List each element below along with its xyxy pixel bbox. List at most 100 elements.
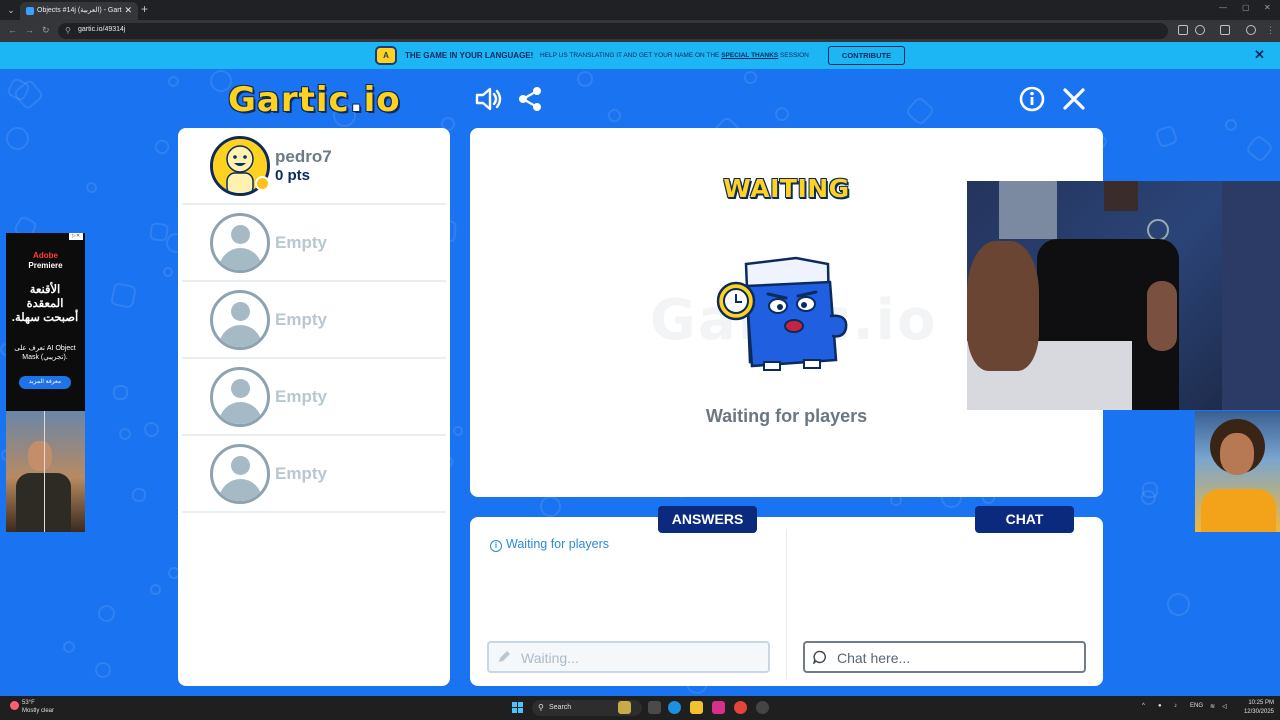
favicon-icon	[26, 7, 34, 15]
background-doodle	[1224, 118, 1238, 132]
right-advertisement[interactable]	[1195, 411, 1280, 532]
background-doodle	[131, 487, 147, 503]
bookmark-star-icon[interactable]	[1195, 25, 1205, 35]
share-icon[interactable]	[515, 84, 545, 114]
player-row-empty: Empty	[182, 436, 446, 513]
windows-taskbar: 53°F Mostly clear ⚲ Search ^ ● ♪ ENG ≋ ◁ 1…	[0, 696, 1280, 720]
ad-choices-icon[interactable]: ▷✕	[69, 233, 83, 240]
player-row-empty: Empty	[182, 205, 446, 282]
translation-banner: A THE GAME IN YOUR LANGUAGE! HELP US TRA…	[0, 42, 1280, 69]
address-bar: ← → ↻ ⚲ gartic.io/49314j ⋮	[0, 20, 1280, 42]
background-doodle	[148, 221, 170, 243]
player-row-empty: Empty	[182, 359, 446, 436]
player-row-empty: Empty	[182, 282, 446, 359]
minimize-icon[interactable]: —	[1219, 3, 1227, 12]
tray-app-icon[interactable]: ●	[1158, 703, 1162, 709]
background-doodle	[605, 106, 624, 125]
pencil-icon	[499, 651, 510, 662]
start-button[interactable]	[512, 702, 524, 714]
banner-close-icon[interactable]: ✕	[1254, 47, 1265, 63]
reload-icon[interactable]: ↻	[42, 25, 50, 36]
url-text: gartic.io/49314j	[78, 26, 126, 33]
forward-icon[interactable]: →	[25, 25, 34, 35]
task-view-icon[interactable]	[648, 701, 661, 714]
empty-slot-label: Empty	[275, 310, 327, 329]
empty-slot-label: Empty	[275, 387, 327, 406]
language-indicator[interactable]: ENG	[1190, 703, 1203, 709]
browser-menu-icon[interactable]: ⋮	[1266, 25, 1275, 36]
background-doodle	[1154, 124, 1179, 149]
taskbar-clock[interactable]: 10:25 PM 12/30/2025	[1238, 699, 1274, 717]
browser-tabbar: ⌄ Objects #14j (العربية) - Gartic.io ✕ +…	[0, 0, 1280, 20]
background-doodle	[152, 137, 172, 157]
microphone-icon[interactable]: ♪	[1174, 703, 1177, 709]
edge-app-icon[interactable]	[668, 701, 681, 714]
url-field[interactable]: ⚲ gartic.io/49314j	[58, 23, 1168, 39]
empty-slot-label: Empty	[275, 233, 327, 252]
background-doodle	[109, 281, 138, 310]
panel-divider	[786, 529, 787, 679]
background-doodle	[148, 582, 163, 597]
tab-search-icon[interactable]: ⌄	[5, 4, 17, 16]
answer-input[interactable]: Waiting...	[487, 641, 770, 673]
background-doodle	[1162, 588, 1195, 621]
window-close-icon[interactable]: ✕	[1264, 3, 1271, 12]
weather-widget[interactable]: 53°F Mostly clear	[8, 699, 54, 715]
tab-close-icon[interactable]: ✕	[124, 5, 132, 16]
speaker-icon[interactable]	[473, 84, 503, 114]
widgets-app-icon[interactable]	[618, 701, 631, 714]
browser-tab[interactable]: Objects #14j (العربية) - Gartic.io ✕	[20, 2, 138, 20]
left-advertisement[interactable]: ▷✕ Adobe Premiere الأقنعة المعقدة أصبحت س…	[6, 233, 85, 532]
chrome-app-icon[interactable]	[734, 701, 747, 714]
profile-icon[interactable]	[1246, 25, 1256, 35]
info-icon[interactable]	[1017, 84, 1047, 114]
background-doodle	[91, 658, 115, 682]
background-doodle	[743, 70, 758, 85]
background-doodle	[94, 601, 119, 626]
gartic-logo[interactable]: Gartic.io	[228, 80, 401, 120]
empty-slot-label: Empty	[275, 464, 327, 483]
waiting-mascot-icon	[716, 256, 848, 371]
translate-icon: A	[375, 46, 397, 65]
special-thanks-link[interactable]: SPECIAL THANKS	[721, 52, 778, 59]
info-small-icon: i	[490, 540, 502, 552]
empty-avatar-icon	[210, 213, 270, 273]
contribute-button[interactable]: CONTRIBUTE	[828, 46, 905, 65]
empty-avatar-icon	[210, 290, 270, 350]
tray-overflow-icon[interactable]: ^	[1142, 703, 1145, 709]
extensions-icon[interactable]	[1220, 25, 1230, 35]
background-doodle	[1244, 133, 1275, 164]
host-badge-icon	[255, 176, 270, 191]
wifi-icon[interactable]: ≋	[1210, 703, 1215, 710]
background-doodle	[772, 104, 792, 124]
site-info-icon[interactable]: ⚲	[65, 26, 71, 35]
background-doodle	[575, 69, 595, 89]
background-doodle	[62, 640, 76, 654]
cast-icon[interactable]	[1178, 25, 1188, 35]
empty-avatar-icon	[210, 367, 270, 427]
maximize-icon[interactable]: ▢	[1242, 3, 1250, 12]
players-panel: pedro7 0 pts Empty Empty Empty Empty	[178, 128, 450, 686]
background-doodle	[452, 425, 464, 437]
explorer-app-icon[interactable]	[690, 701, 703, 714]
player-row-current[interactable]: pedro7 0 pts	[182, 128, 446, 205]
banner-description: HELP US TRANSLATING IT AND GET YOUR NAME…	[540, 52, 809, 59]
tab-chat[interactable]: CHAT	[975, 506, 1074, 533]
webcam-overlay	[967, 181, 1280, 410]
chat-input[interactable]: Chat here...	[803, 641, 1086, 673]
close-icon[interactable]	[1059, 84, 1089, 114]
player-name: pedro7	[275, 147, 332, 166]
instagram-app-icon[interactable]	[712, 701, 725, 714]
volume-icon[interactable]: ◁	[1222, 703, 1227, 710]
ad-photo	[6, 411, 85, 532]
ad-cta-button[interactable]: معرفة المزيد	[19, 376, 71, 389]
tab-title: Objects #14j (العربية) - Gartic.io	[37, 7, 122, 14]
new-tab-button[interactable]: +	[141, 2, 148, 16]
ad-brand: Adobe Premiere	[28, 251, 63, 270]
search-icon: ⚲	[538, 703, 544, 712]
back-icon[interactable]: ←	[8, 25, 17, 35]
obs-app-icon[interactable]	[756, 701, 769, 714]
background-doodle	[140, 418, 163, 441]
background-doodle	[166, 74, 181, 89]
tab-answers[interactable]: ANSWERS	[658, 506, 757, 533]
